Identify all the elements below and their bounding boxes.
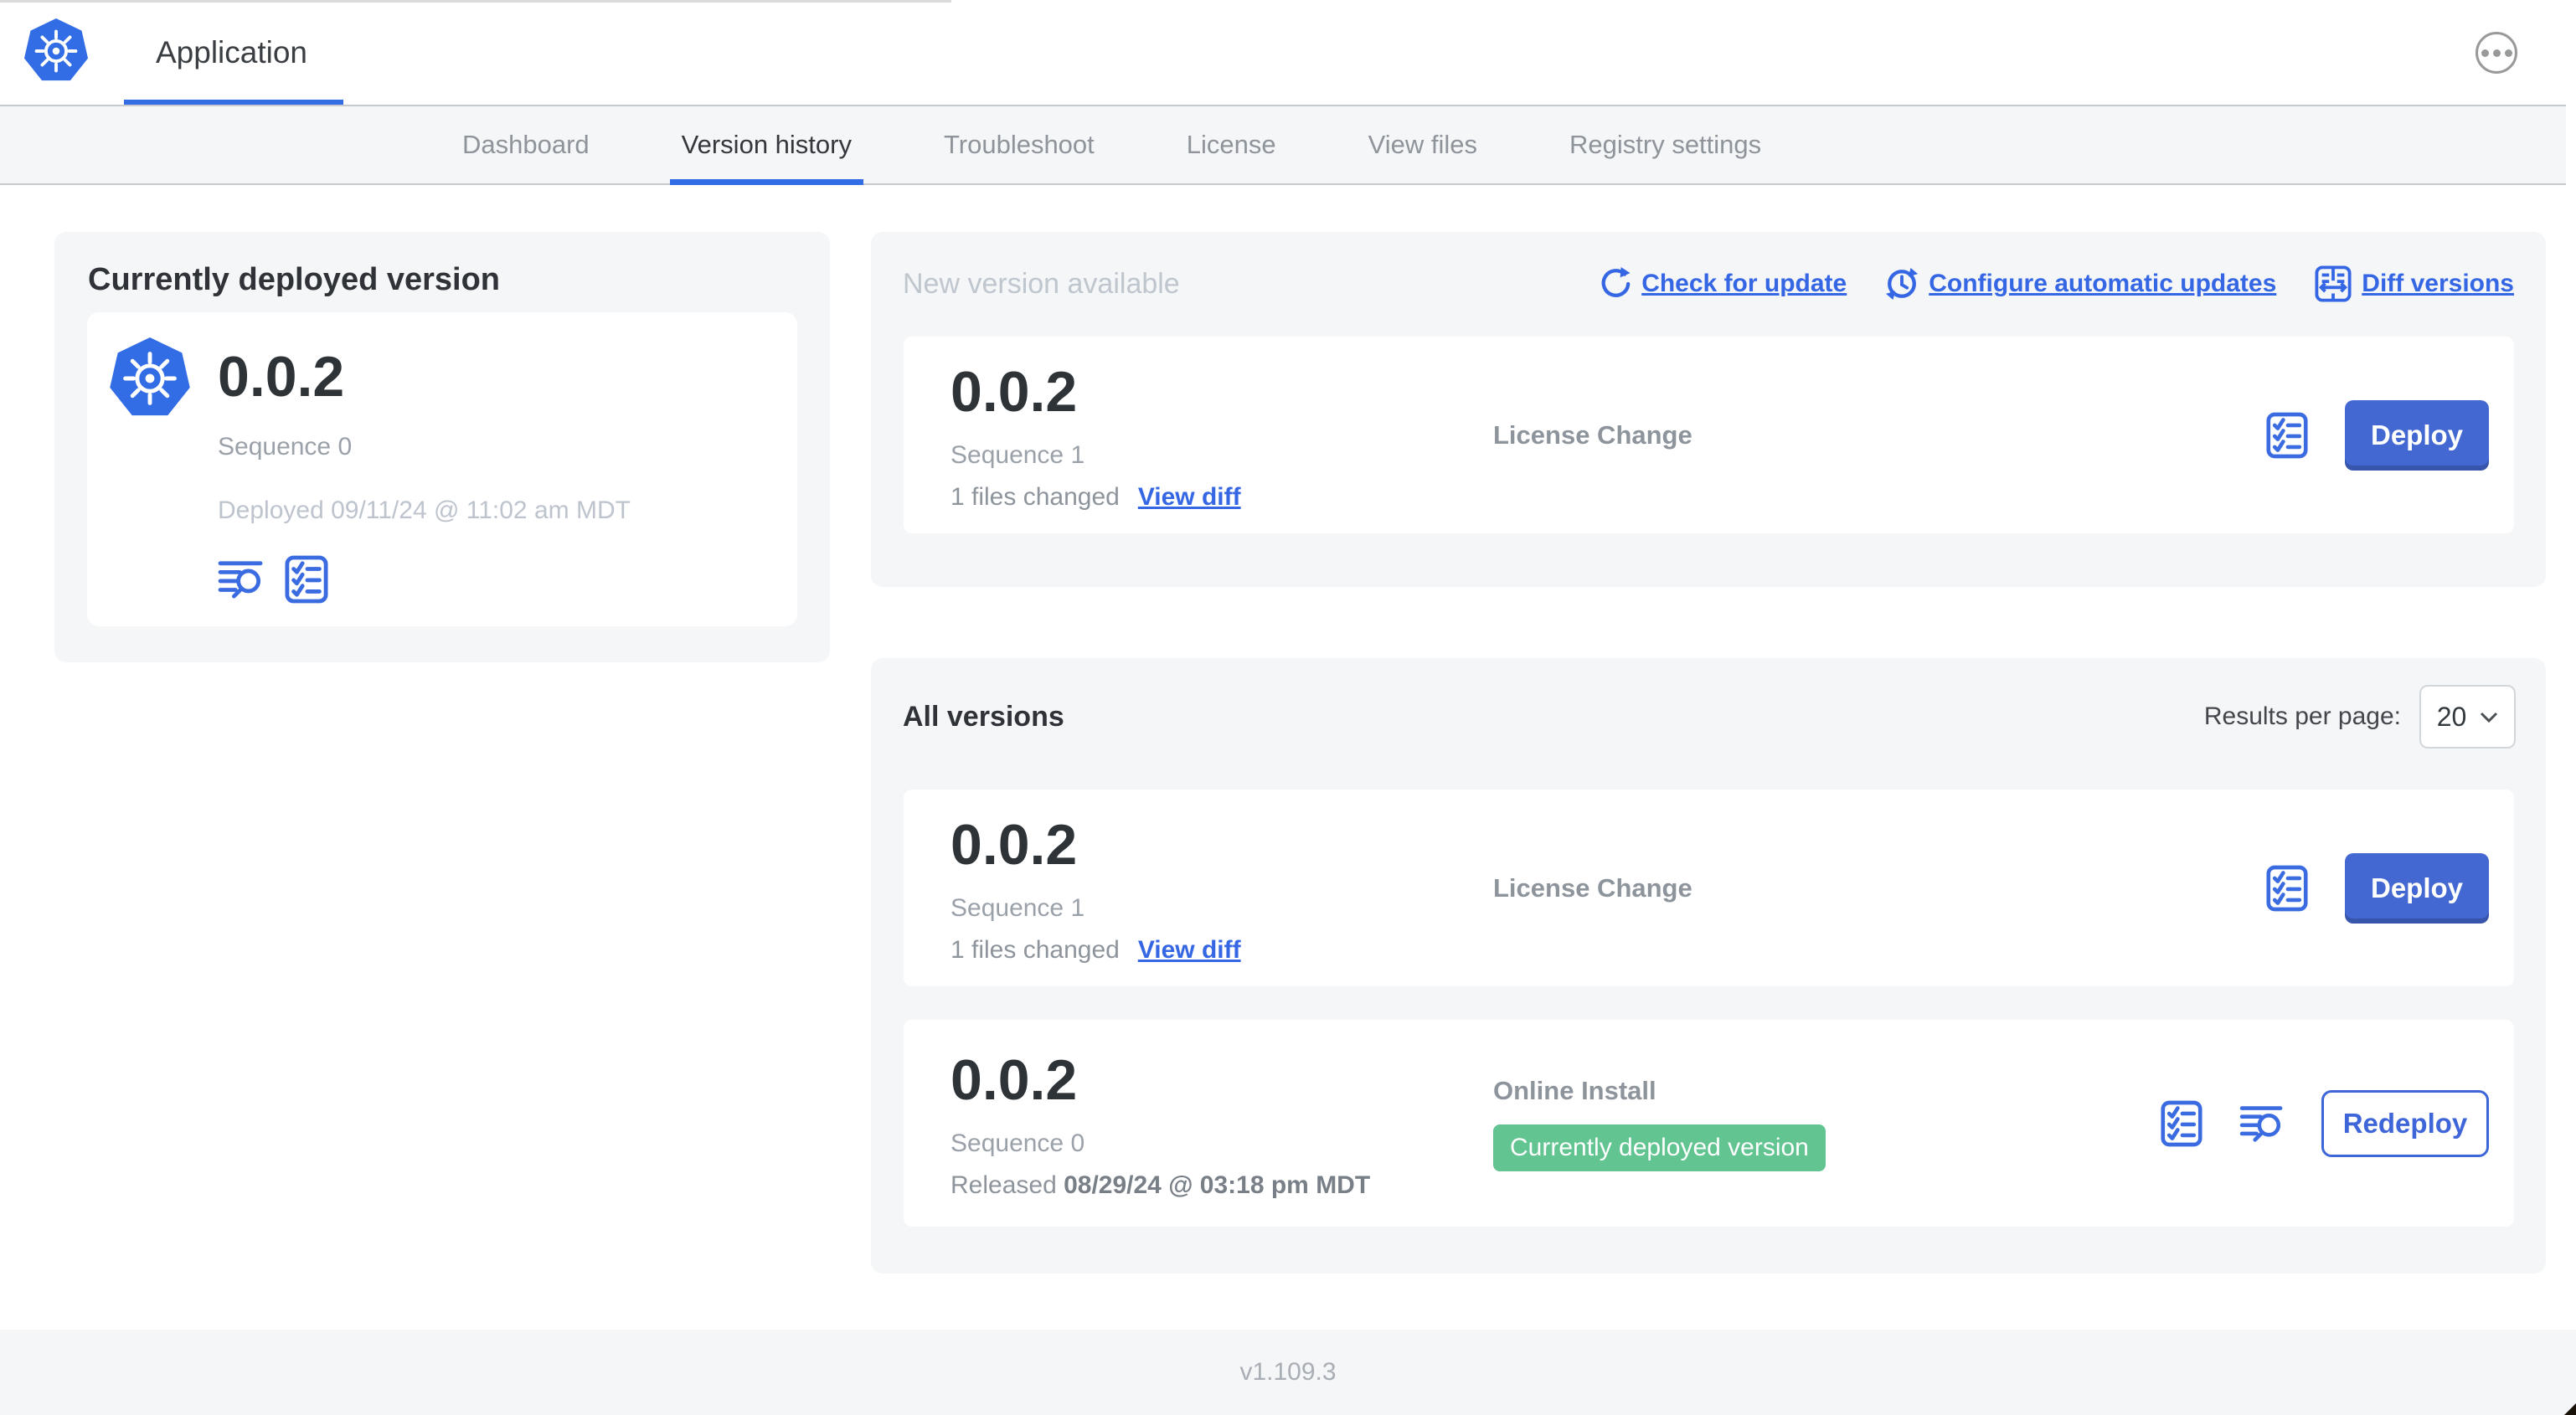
- files-changed-label: 1 files changed: [951, 482, 1120, 511]
- results-per-page-label: Results per page:: [2203, 702, 2401, 730]
- checklist-icon: [2266, 412, 2308, 459]
- app-subnav: Dashboard Version history Troubleshoot L…: [0, 105, 2576, 185]
- view-diff-link[interactable]: View diff: [1138, 483, 1241, 512]
- checklist-icon: [285, 555, 328, 604]
- diff-versions-link[interactable]: Diff versions: [2315, 265, 2514, 302]
- chevron-down-icon: [2481, 712, 2498, 723]
- version-row: 0.0.2 Sequence 1 1 files changed View di…: [904, 790, 2514, 986]
- check-for-update-link[interactable]: Check for update: [1598, 267, 1847, 301]
- deploy-logs-button[interactable]: [218, 559, 265, 599]
- deploy-button[interactable]: Deploy: [2345, 852, 2489, 924]
- currently-deployed-card: 0.0.2 Sequence 0 Deployed 09/11/24 @ 11:…: [87, 312, 797, 626]
- preflight-checks-button[interactable]: [2266, 412, 2308, 459]
- tab-license[interactable]: License: [1187, 106, 1276, 183]
- checklist-icon: [2161, 1100, 2202, 1147]
- redeploy-button[interactable]: Redeploy: [2321, 1089, 2489, 1157]
- kubernetes-app-icon: [109, 337, 191, 419]
- currently-deployed-title: Currently deployed version: [88, 262, 501, 297]
- deployed-sequence: Sequence 0: [218, 433, 353, 461]
- new-version-row: 0.0.2 Sequence 1 1 files changed View di…: [904, 337, 2514, 533]
- version-row: 0.0.2 Sequence 0 Released 08/29/24 @ 03:…: [904, 1020, 2514, 1227]
- version-source-label: License Change: [1493, 419, 1692, 450]
- currently-deployed-badge: Currently deployed version: [1493, 1124, 1826, 1171]
- preflight-checks-button[interactable]: [2161, 1100, 2202, 1147]
- version-sequence: Sequence 1: [951, 893, 1085, 922]
- logs-icon: [2239, 1104, 2285, 1143]
- scrollbar-gutter: [2566, 105, 2576, 185]
- tab-version-history[interactable]: Version history: [669, 106, 864, 185]
- preflight-checks-button[interactable]: [2266, 865, 2308, 912]
- new-version-title: New version available: [903, 267, 1180, 300]
- cursor-artifact: [2564, 1403, 2576, 1415]
- all-versions-title: All versions: [903, 700, 1064, 733]
- version-number: 0.0.2: [951, 359, 1078, 424]
- app-footer: v1.109.3: [0, 1330, 2576, 1415]
- results-per-page-select[interactable]: 20: [2419, 685, 2516, 749]
- released-timestamp: Released 08/29/24 @ 03:18 pm MDT: [951, 1171, 1371, 1199]
- ellipsis-icon: [2481, 49, 2489, 57]
- tab-registry-settings[interactable]: Registry settings: [1569, 106, 1761, 183]
- version-number: 0.0.2: [951, 812, 1078, 877]
- all-versions-panel: All versions Results per page: 20 0.0.2 …: [871, 658, 2546, 1274]
- tab-view-files[interactable]: View files: [1368, 106, 1477, 183]
- new-version-panel: New version available Check for update C…: [871, 232, 2546, 587]
- deployed-timestamp: Deployed 09/11/24 @ 11:02 am MDT: [218, 497, 631, 524]
- deploy-button[interactable]: Deploy: [2345, 399, 2489, 471]
- view-diff-link[interactable]: View diff: [1138, 936, 1241, 965]
- app-header: Application: [0, 0, 2576, 105]
- kubernetes-logo-icon: [23, 17, 89, 85]
- tab-troubleshoot[interactable]: Troubleshoot: [944, 106, 1095, 183]
- configure-automatic-updates-link[interactable]: Configure automatic updates: [1885, 267, 2276, 301]
- version-sequence: Sequence 1: [951, 440, 1085, 469]
- deploy-logs-button[interactable]: [2239, 1104, 2285, 1143]
- files-changed-label: 1 files changed: [951, 935, 1120, 964]
- preflight-checks-button[interactable]: [285, 555, 328, 604]
- console-version: v1.109.3: [1239, 1358, 1337, 1386]
- tab-dashboard[interactable]: Dashboard: [462, 106, 590, 183]
- version-number: 0.0.2: [951, 1047, 1078, 1112]
- currently-deployed-panel: Currently deployed version 0.0.2 Sequenc…: [54, 232, 830, 662]
- diff-columns-icon: [2315, 265, 2352, 302]
- window-edge-artifact: [0, 0, 951, 3]
- version-source-label: Online Install: [1493, 1075, 1656, 1105]
- ellipsis-menu-button[interactable]: [2476, 32, 2517, 74]
- logs-icon: [218, 559, 265, 599]
- auto-update-clock-icon: [1885, 267, 1919, 301]
- checklist-icon: [2266, 865, 2308, 912]
- version-source-label: License Change: [1493, 872, 1692, 903]
- app-title-tab[interactable]: Application: [156, 0, 307, 105]
- deployed-version-number: 0.0.2: [218, 345, 345, 409]
- refresh-icon: [1598, 267, 1631, 301]
- version-sequence: Sequence 0: [951, 1129, 1085, 1157]
